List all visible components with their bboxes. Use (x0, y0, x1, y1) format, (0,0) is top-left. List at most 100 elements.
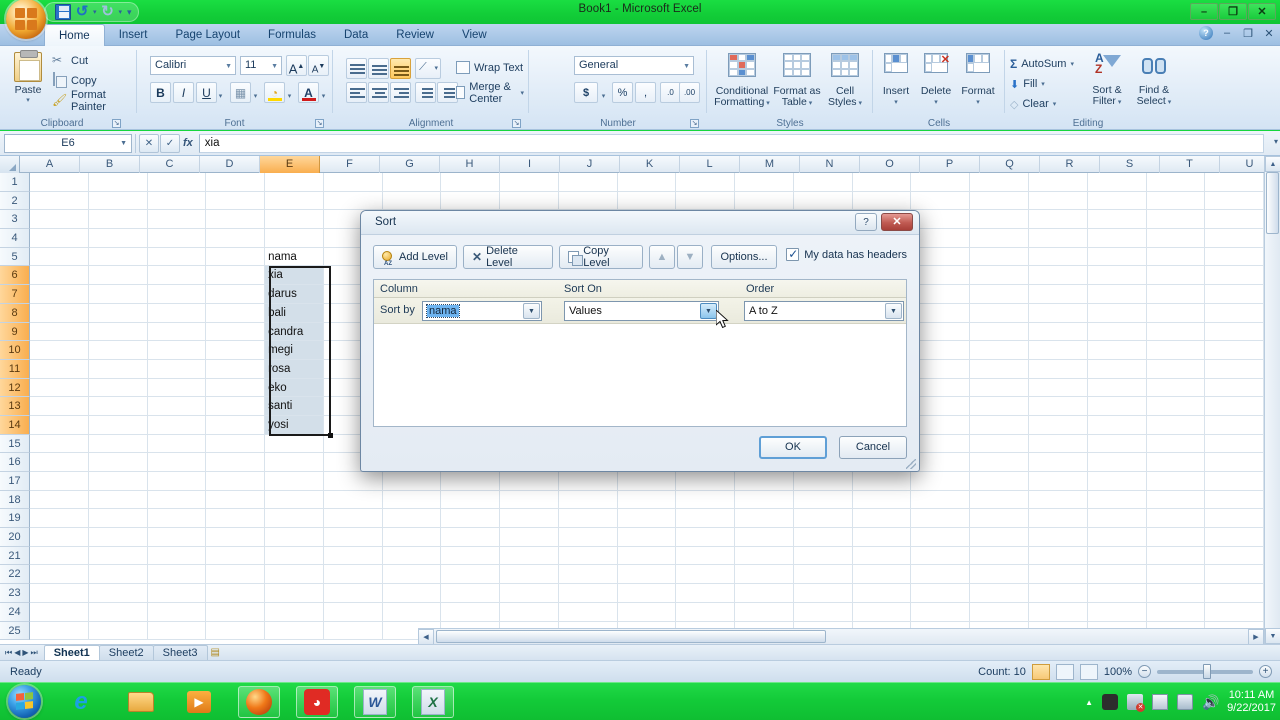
cell-T19[interactable] (1146, 509, 1206, 529)
horizontal-scroll-thumb[interactable] (436, 630, 826, 643)
sheet-tab-sheet2[interactable]: Sheet2 (98, 645, 154, 660)
cell-E18[interactable] (265, 490, 324, 510)
merge-center-button[interactable]: Merge & Center ▾ (456, 81, 524, 105)
cell-D11[interactable] (206, 359, 266, 379)
cell-S18[interactable] (1087, 490, 1147, 510)
align-center-button[interactable] (368, 82, 389, 103)
cell-L2[interactable] (676, 191, 736, 211)
cell-L23[interactable] (676, 584, 736, 603)
insert-function-button[interactable]: fx (183, 137, 193, 149)
cell-M17[interactable] (735, 472, 794, 491)
cell-A14[interactable] (30, 415, 89, 435)
cell-B10[interactable] (88, 341, 148, 360)
cell-C22[interactable] (147, 565, 207, 585)
column-header-t[interactable]: T (1160, 156, 1220, 173)
row-header-25[interactable]: 25 (0, 621, 30, 641)
cell-O23[interactable] (852, 584, 912, 603)
row-header-17[interactable]: 17 (0, 472, 30, 491)
cell-Q14[interactable] (970, 415, 1030, 435)
cell-R13[interactable] (1029, 397, 1088, 416)
sort-dialog-help-button[interactable]: ? (855, 213, 877, 231)
tab-view[interactable]: View (448, 24, 501, 46)
cell-E24[interactable] (265, 602, 324, 622)
cell-O19[interactable] (852, 509, 912, 529)
align-bottom-button[interactable] (390, 58, 411, 79)
number-format-box[interactable]: General ▼ (574, 56, 694, 75)
cell-Q7[interactable] (970, 285, 1030, 304)
chevron-down-icon[interactable]: ▼ (885, 303, 902, 319)
cell-O17[interactable] (852, 472, 912, 491)
cell-C21[interactable] (147, 546, 207, 566)
column-header-j[interactable]: J (560, 156, 620, 173)
cell-M2[interactable] (735, 191, 794, 211)
column-header-g[interactable]: G (380, 156, 440, 173)
cell-E19[interactable] (265, 509, 324, 529)
cell-Q15[interactable] (970, 434, 1030, 454)
column-header-c[interactable]: C (140, 156, 200, 173)
cell-K23[interactable] (617, 584, 677, 603)
cell-R24[interactable] (1029, 602, 1088, 622)
restore-button[interactable]: ❐ (1219, 3, 1247, 20)
cell-T3[interactable] (1146, 210, 1206, 230)
cell-R12[interactable] (1029, 378, 1088, 398)
row-header-7[interactable]: 7 (0, 285, 30, 304)
cell-P16[interactable] (911, 453, 971, 472)
cell-A10[interactable] (30, 341, 89, 360)
cell-T6[interactable] (1146, 266, 1206, 286)
cancel-entry-button[interactable]: ✕ (139, 133, 159, 153)
cell-E23[interactable] (265, 584, 324, 603)
cell-B7[interactable] (88, 285, 148, 304)
cell-T17[interactable] (1146, 472, 1206, 491)
column-header-q[interactable]: Q (980, 156, 1040, 173)
format-cells-button[interactable]: Format ▾ (956, 50, 1000, 114)
cell-D24[interactable] (206, 602, 266, 622)
row-header-11[interactable]: 11 (0, 359, 30, 379)
cell-U18[interactable] (1205, 490, 1265, 510)
cell-D15[interactable] (206, 434, 266, 454)
cell-H2[interactable] (441, 191, 501, 211)
cell-K17[interactable] (617, 472, 677, 491)
cell-R5[interactable] (1029, 247, 1088, 267)
cell-I1[interactable] (500, 173, 559, 192)
row-header-5[interactable]: 5 (0, 247, 30, 267)
row-header-6[interactable]: 6 (0, 266, 30, 286)
cell-R6[interactable] (1029, 266, 1088, 286)
cell-C8[interactable] (147, 303, 207, 323)
cell-F18[interactable] (323, 490, 383, 510)
cell-T7[interactable] (1146, 285, 1206, 304)
tab-insert[interactable]: Insert (105, 24, 162, 46)
formula-input[interactable]: xia (198, 133, 1264, 153)
column-header-e[interactable]: E (260, 156, 320, 173)
borders-button[interactable]: ▦ (230, 82, 251, 103)
cell-T16[interactable] (1146, 453, 1206, 472)
cell-H20[interactable] (441, 528, 501, 547)
cell-A9[interactable] (30, 322, 89, 342)
cell-B18[interactable] (88, 490, 148, 510)
confirm-entry-button[interactable]: ✓ (160, 133, 180, 153)
cell-P20[interactable] (911, 528, 971, 547)
cell-B20[interactable] (88, 528, 148, 547)
cell-U21[interactable] (1205, 546, 1265, 566)
cell-F19[interactable] (323, 509, 383, 529)
cell-Q4[interactable] (970, 229, 1030, 248)
sort-by-column-combobox[interactable]: nama ▼ (422, 301, 542, 321)
network-icon[interactable]: ✕ (1127, 694, 1146, 712)
cell-T18[interactable] (1146, 490, 1206, 510)
wrap-text-button[interactable]: Wrap Text (456, 58, 523, 77)
cell-T1[interactable] (1146, 173, 1206, 192)
cell-F22[interactable] (323, 565, 383, 585)
cell-C5[interactable] (147, 247, 207, 267)
currency-button[interactable]: $ (574, 82, 598, 103)
cell-R21[interactable] (1029, 546, 1088, 566)
cell-E20[interactable] (265, 528, 324, 547)
cell-P8[interactable] (911, 303, 971, 323)
cell-A25[interactable] (30, 621, 89, 641)
font-color-button[interactable]: A (298, 82, 319, 103)
column-header-m[interactable]: M (740, 156, 800, 173)
cell-G21[interactable] (382, 546, 442, 566)
cell-E13[interactable]: santi (265, 397, 324, 416)
conditional-formatting-button[interactable]: Conditional Formatting ▾ (712, 50, 772, 114)
font-name-box[interactable]: Calibri ▼ (150, 56, 236, 75)
cell-F1[interactable] (323, 173, 383, 192)
cell-O20[interactable] (852, 528, 912, 547)
